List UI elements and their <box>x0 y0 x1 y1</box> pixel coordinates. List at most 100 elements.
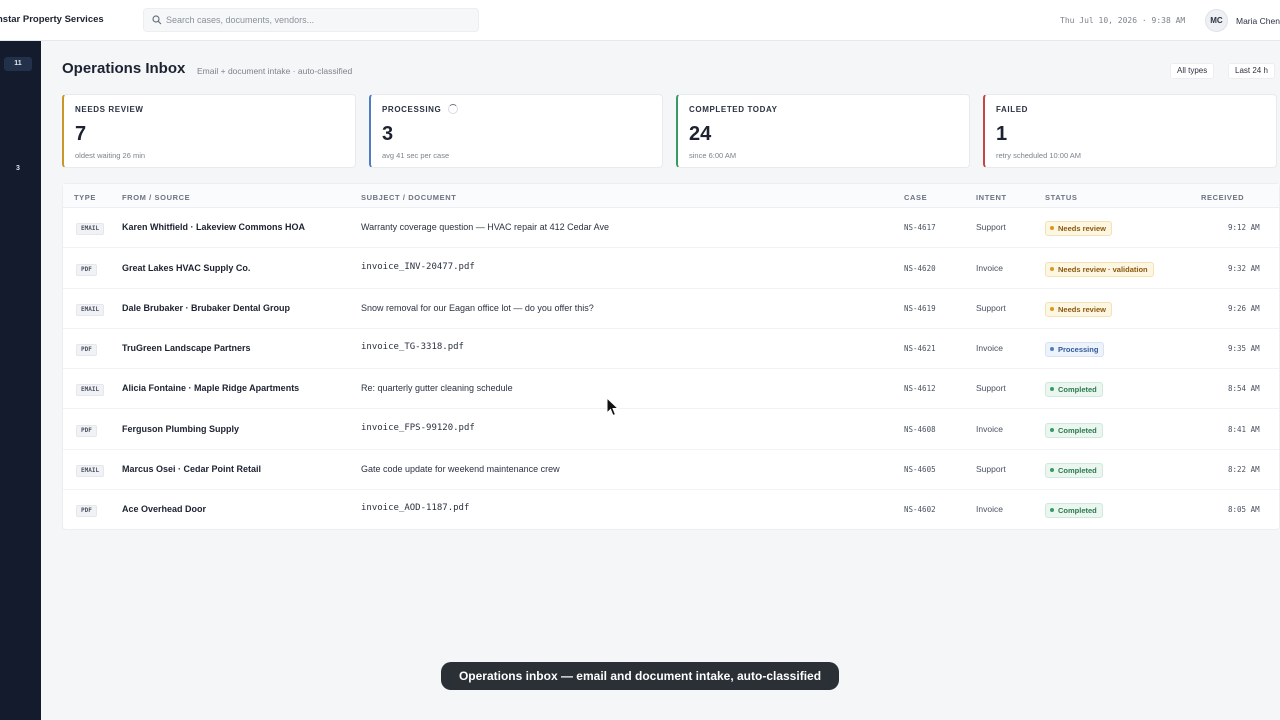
type-badge: EMAIL <box>76 223 105 235</box>
case-id[interactable]: NS-4605 <box>904 465 936 474</box>
sidebar-badge-inbox[interactable]: 11 <box>4 57 32 71</box>
table-row[interactable]: PDF TruGreen Landscape Partners invoice_TG… <box>63 329 1279 369</box>
stat-value: 24 <box>689 123 712 145</box>
page-subtitle: Email + document intake · auto-classifie… <box>197 66 353 76</box>
search-icon <box>152 15 162 25</box>
status-dot-icon <box>1050 307 1054 311</box>
case-id[interactable]: NS-4620 <box>904 264 936 273</box>
search-input[interactable] <box>166 11 466 29</box>
stat-value: 7 <box>75 123 87 145</box>
type-badge: PDF <box>76 505 97 517</box>
intent-label: Invoice <box>976 263 1003 273</box>
stat-sub: oldest waiting 26 min <box>75 151 146 160</box>
column-header-status[interactable]: STATUS <box>1045 193 1078 202</box>
status-dot-icon <box>1050 347 1054 351</box>
stat-label: FAILED <box>996 105 1029 114</box>
case-id[interactable]: NS-4612 <box>904 384 936 393</box>
sidebar-badge-secondary[interactable]: 3 <box>4 162 32 176</box>
stat-label: NEEDS REVIEW <box>75 105 144 114</box>
caption-banner: Operations inbox — email and document in… <box>441 662 839 690</box>
subject-text[interactable]: Gate code update for weekend maintenance… <box>361 464 560 474</box>
column-header-case[interactable]: CASE <box>904 193 927 202</box>
case-id[interactable]: NS-4608 <box>904 425 936 434</box>
status-dot-icon <box>1050 226 1054 230</box>
status-dot-icon <box>1050 387 1054 391</box>
column-header-intent[interactable]: INTENT <box>976 193 1007 202</box>
status-text: Processing <box>1058 345 1099 354</box>
column-header-from[interactable]: FROM / SOURCE <box>122 193 190 202</box>
case-id[interactable]: NS-4619 <box>904 304 936 313</box>
case-id[interactable]: NS-4602 <box>904 505 936 514</box>
column-header-type[interactable]: TYPE <box>74 193 96 202</box>
table-row[interactable]: PDF Ferguson Plumbing Supply invoice_FPS-9… <box>63 410 1279 450</box>
stat-card-processing[interactable]: PROCESSING 3 avg 41 sec per case <box>369 94 663 168</box>
stat-label: COMPLETED TODAY <box>689 105 778 114</box>
status-text: Needs review · validation <box>1058 265 1148 274</box>
mouse-cursor-icon <box>606 397 620 417</box>
inbox-table: TYPE FROM / SOURCE SUBJECT / DOCUMENT CA… <box>62 183 1280 530</box>
column-header-received[interactable]: RECEIVED <box>1201 193 1244 202</box>
status-badge: Processing <box>1045 342 1105 357</box>
received-time: 8:54 AM <box>1228 384 1260 393</box>
status-dot-icon <box>1050 267 1054 271</box>
status-text: Completed <box>1058 385 1097 394</box>
top-bar: nstar Property Services Thu Jul 10, 2026… <box>0 0 1280 41</box>
table-row[interactable]: EMAIL Karen Whitfield · Lakeview Commons … <box>63 208 1279 248</box>
status-text: Completed <box>1058 426 1097 435</box>
table-row[interactable]: EMAIL Dale Brubaker · Brubaker Dental Gro… <box>63 289 1279 329</box>
subject-text[interactable]: invoice_FPS-99120.pdf <box>361 423 475 433</box>
intent-label: Invoice <box>976 424 1003 434</box>
stat-sub: retry scheduled 10:00 AM <box>996 151 1082 160</box>
table-row[interactable]: PDF Great Lakes HVAC Supply Co. invoice_IN… <box>63 249 1279 289</box>
received-time: 8:41 AM <box>1228 425 1260 434</box>
subject-text[interactable]: invoice_TG-3318.pdf <box>361 342 464 352</box>
stat-value: 3 <box>382 123 394 145</box>
filter-type[interactable]: All types <box>1170 63 1215 79</box>
avatar[interactable]: MC <box>1205 9 1228 32</box>
intent-label: Support <box>976 303 1006 313</box>
user-name[interactable]: Maria Chen <box>1236 16 1280 26</box>
table-row[interactable]: EMAIL Alicia Fontaine · Maple Ridge Apart… <box>63 369 1279 409</box>
status-badge: Completed <box>1045 382 1103 397</box>
status-badge: Needs review · validation <box>1045 262 1154 277</box>
filter-time-range[interactable]: Last 24 h <box>1228 63 1275 79</box>
sidebar: 11 3 <box>0 41 41 720</box>
sender-name: Marcus Osei · Cedar Point Retail <box>122 464 262 474</box>
case-id[interactable]: NS-4621 <box>904 344 936 353</box>
intent-label: Invoice <box>976 343 1003 353</box>
table-row[interactable]: PDF Ace Overhead Door invoice_AOD-1187.pdf… <box>63 490 1279 530</box>
intent-label: Support <box>976 222 1006 232</box>
type-badge: PDF <box>76 344 97 356</box>
subject-text[interactable]: invoice_INV-20477.pdf <box>361 262 475 272</box>
column-header-subject[interactable]: SUBJECT / DOCUMENT <box>361 193 456 202</box>
type-badge: EMAIL <box>76 465 105 477</box>
stat-sub: since 6:00 AM <box>689 151 737 160</box>
status-dot-icon <box>1050 508 1054 512</box>
status-text: Completed <box>1058 506 1097 515</box>
subject-text[interactable]: invoice_AOD-1187.pdf <box>361 503 469 513</box>
status-text: Completed <box>1058 466 1097 475</box>
stat-sub: avg 41 sec per case <box>382 151 450 160</box>
loading-spinner-icon <box>448 104 458 114</box>
stat-card-completed[interactable]: COMPLETED TODAY 24 since 6:00 AM <box>676 94 970 168</box>
intent-label: Support <box>976 383 1006 393</box>
subject-text[interactable]: Snow removal for our Eagan office lot — … <box>361 303 594 313</box>
stat-label: PROCESSING <box>382 105 442 114</box>
stat-value: 1 <box>996 123 1008 145</box>
received-time: 8:22 AM <box>1228 465 1260 474</box>
status-badge: Needs review <box>1045 302 1112 317</box>
current-datetime: Thu Jul 10, 2026 · 9:38 AM <box>1060 16 1186 25</box>
received-time: 9:35 AM <box>1228 344 1260 353</box>
stat-card-failed[interactable]: FAILED 1 retry scheduled 10:00 AM <box>983 94 1277 168</box>
subject-text[interactable]: Re: quarterly gutter cleaning schedule <box>361 383 513 393</box>
table-row[interactable]: EMAIL Marcus Osei · Cedar Point Retail Gat… <box>63 450 1279 490</box>
received-time: 8:05 AM <box>1228 505 1260 514</box>
stat-card-needs-review[interactable]: NEEDS REVIEW 7 oldest waiting 26 min <box>62 94 356 168</box>
brand-name[interactable]: nstar Property Services <box>0 14 104 25</box>
status-badge: Completed <box>1045 463 1103 478</box>
search-box[interactable] <box>143 8 479 32</box>
status-dot-icon <box>1050 468 1054 472</box>
received-time: 9:32 AM <box>1228 264 1260 273</box>
subject-text[interactable]: Warranty coverage question — HVAC repair… <box>361 222 609 232</box>
case-id[interactable]: NS-4617 <box>904 223 936 232</box>
